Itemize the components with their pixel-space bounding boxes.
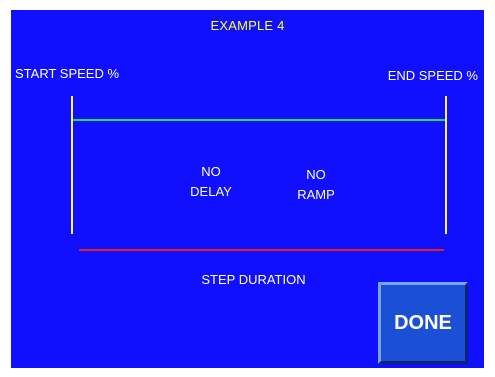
ramp-indicator: NO RAMP [281, 165, 351, 205]
end-speed-label: END SPEED % [387, 68, 478, 83]
screen-title: EXAMPLE 4 [210, 18, 285, 33]
delay-line2: DELAY [190, 184, 232, 199]
start-speed-axis-line [71, 96, 73, 234]
done-button[interactable]: DONE [378, 282, 468, 364]
end-speed-axis-line [445, 96, 447, 234]
ramp-line2: RAMP [297, 187, 335, 202]
delay-indicator: NO DELAY [176, 162, 246, 202]
hmi-screen: EXAMPLE 4 START SPEED % END SPEED % NO D… [11, 10, 484, 368]
start-speed-label: START SPEED % [15, 66, 120, 81]
step-duration-line [79, 249, 444, 251]
ramp-line1: NO [306, 167, 326, 182]
speed-profile-line [73, 119, 445, 121]
delay-line1: NO [201, 164, 221, 179]
